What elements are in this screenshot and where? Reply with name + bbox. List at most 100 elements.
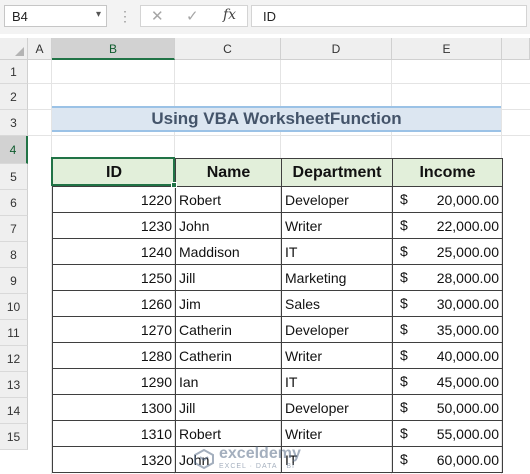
row-header-11[interactable]: 11 xyxy=(0,320,28,346)
table-row: 1230 John Writer $22,000.00 xyxy=(52,212,503,239)
income-value: 25,000.00 xyxy=(436,243,499,260)
row-header-13[interactable]: 13 xyxy=(0,372,28,398)
row-header-12[interactable]: 12 xyxy=(0,346,28,372)
row-header-6[interactable]: 6 xyxy=(0,190,28,216)
currency-symbol: $ xyxy=(400,217,408,233)
table-row: 1300 Jill Developer $50,000.00 xyxy=(52,394,503,421)
income-cell[interactable]: $50,000.00 xyxy=(392,394,503,421)
insert-function-icon[interactable]: fx xyxy=(223,7,236,23)
income-cell[interactable]: $60,000.00 xyxy=(392,446,503,473)
gridline xyxy=(28,135,530,136)
income-cell[interactable]: $20,000.00 xyxy=(392,186,503,213)
department-cell[interactable]: Developer xyxy=(281,316,393,343)
name-cell[interactable]: John xyxy=(175,212,282,239)
name-cell[interactable]: Robert xyxy=(175,420,282,447)
cell-area[interactable]: Using VBA WorksheetFunction ID Name Depa… xyxy=(28,60,530,474)
column-header-a[interactable]: A xyxy=(28,38,52,60)
table-row: 1250 Jill Marketing $28,000.00 xyxy=(52,264,503,291)
income-cell[interactable]: $55,000.00 xyxy=(392,420,503,447)
income-cell[interactable]: $25,000.00 xyxy=(392,238,503,265)
id-cell[interactable]: 1260 xyxy=(52,290,176,317)
formula-buttons: ✕ ✓ fx xyxy=(140,5,248,27)
id-cell[interactable]: 1240 xyxy=(52,238,176,265)
sheet-title-cell[interactable]: Using VBA WorksheetFunction xyxy=(52,106,501,132)
fill-handle[interactable] xyxy=(171,182,177,188)
currency-symbol: $ xyxy=(400,425,408,441)
name-box[interactable]: B4 ▾ xyxy=(4,5,107,27)
name-cell[interactable]: Jill xyxy=(175,264,282,291)
table-row: 1280 Catherin Writer $40,000.00 xyxy=(52,342,503,369)
row-header-8[interactable]: 8 xyxy=(0,242,28,268)
row-header-2[interactable]: 2 xyxy=(0,84,28,110)
id-cell[interactable]: 1300 xyxy=(52,394,176,421)
worksheet-grid: A B C D E 1 2 3 4 5 6 7 8 9 10 11 12 13 … xyxy=(0,38,530,474)
department-cell[interactable]: IT xyxy=(281,446,393,473)
name-cell[interactable]: Maddison xyxy=(175,238,282,265)
name-cell[interactable]: Catherin xyxy=(175,342,282,369)
income-cell[interactable]: $35,000.00 xyxy=(392,316,503,343)
id-cell[interactable]: 1310 xyxy=(52,420,176,447)
department-cell[interactable]: Writer xyxy=(281,212,393,239)
name-cell[interactable]: John xyxy=(175,446,282,473)
select-all-triangle-icon xyxy=(15,47,24,56)
income-cell[interactable]: $40,000.00 xyxy=(392,342,503,369)
department-cell[interactable]: Marketing xyxy=(281,264,393,291)
id-cell[interactable]: 1250 xyxy=(52,264,176,291)
department-cell[interactable]: Writer xyxy=(281,342,393,369)
income-value: 22,000.00 xyxy=(436,217,499,234)
income-cell[interactable]: $30,000.00 xyxy=(392,290,503,317)
row-header-7[interactable]: 7 xyxy=(0,216,28,242)
income-cell[interactable]: $22,000.00 xyxy=(392,212,503,239)
department-cell[interactable]: Developer xyxy=(281,394,393,421)
name-cell[interactable]: Catherin xyxy=(175,316,282,343)
row-header-15[interactable]: 15 xyxy=(0,424,28,450)
department-cell[interactable]: IT xyxy=(281,238,393,265)
row-header-1[interactable]: 1 xyxy=(0,60,28,84)
row-header-10[interactable]: 10 xyxy=(0,294,28,320)
column-header-f[interactable] xyxy=(502,38,530,60)
name-cell[interactable]: Jim xyxy=(175,290,282,317)
more-options-icon[interactable]: ⋮ xyxy=(118,5,132,27)
id-cell[interactable]: 1290 xyxy=(52,368,176,395)
column-header-e[interactable]: E xyxy=(392,38,502,60)
header-id[interactable]: ID xyxy=(52,158,176,187)
income-cell[interactable]: $45,000.00 xyxy=(392,368,503,395)
header-row: ID Name Department Income xyxy=(52,158,503,187)
cancel-icon[interactable]: ✕ xyxy=(151,7,164,25)
column-header-d[interactable]: D xyxy=(281,38,392,60)
income-value: 60,000.00 xyxy=(436,451,499,468)
header-department[interactable]: Department xyxy=(281,158,393,187)
name-cell[interactable]: Jill xyxy=(175,394,282,421)
column-header-b[interactable]: B xyxy=(52,38,175,60)
department-cell[interactable]: Developer xyxy=(281,186,393,213)
chevron-down-icon[interactable]: ▾ xyxy=(96,9,101,20)
row-header-4[interactable]: 4 xyxy=(0,136,28,164)
department-cell[interactable]: Writer xyxy=(281,420,393,447)
row-header-9[interactable]: 9 xyxy=(0,268,28,294)
income-value: 50,000.00 xyxy=(436,399,499,416)
id-cell[interactable]: 1230 xyxy=(52,212,176,239)
table-row: 1260 Jim Sales $30,000.00 xyxy=(52,290,503,317)
id-cell[interactable]: 1320 xyxy=(52,446,176,473)
name-cell[interactable]: Ian xyxy=(175,368,282,395)
department-cell[interactable]: Sales xyxy=(281,290,393,317)
header-income[interactable]: Income xyxy=(392,158,503,187)
currency-symbol: $ xyxy=(400,347,408,363)
header-name[interactable]: Name xyxy=(175,158,282,187)
formula-input[interactable]: ID xyxy=(251,5,527,27)
id-cell[interactable]: 1270 xyxy=(52,316,176,343)
name-box-value: B4 xyxy=(12,9,28,24)
check-icon[interactable]: ✓ xyxy=(186,7,199,25)
department-cell[interactable]: IT xyxy=(281,368,393,395)
name-cell[interactable]: Robert xyxy=(175,186,282,213)
column-header-c[interactable]: C xyxy=(175,38,281,60)
income-cell[interactable]: $28,000.00 xyxy=(392,264,503,291)
income-table: ID Name Department Income 1220 Robert De… xyxy=(52,158,503,473)
id-cell[interactable]: 1220 xyxy=(52,186,176,213)
row-header-14[interactable]: 14 xyxy=(0,398,28,424)
row-header-5[interactable]: 5 xyxy=(0,164,28,190)
id-cell[interactable]: 1280 xyxy=(52,342,176,369)
row-header-3[interactable]: 3 xyxy=(0,110,28,136)
select-all-button[interactable] xyxy=(0,38,28,60)
currency-symbol: $ xyxy=(400,243,408,259)
